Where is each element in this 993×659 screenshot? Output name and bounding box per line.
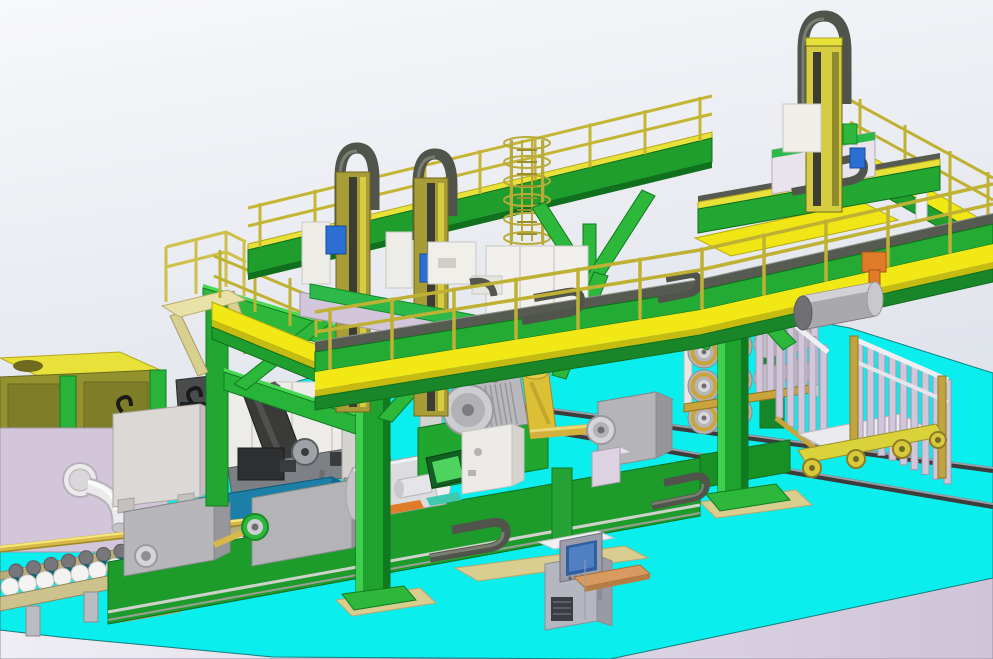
machine-control-box (462, 424, 524, 494)
conveyor-leg (26, 606, 40, 636)
servo-motor (326, 226, 346, 254)
servo-motor (850, 148, 865, 168)
tank-opening (13, 360, 43, 372)
gripper-motor (843, 124, 857, 144)
roller-hook (862, 252, 886, 272)
manipulator-box (386, 232, 412, 288)
conveyor-leg (84, 592, 98, 622)
manipulator-box (783, 104, 821, 152)
cad-render-viewport (0, 0, 993, 659)
machine-line-render (0, 0, 993, 659)
